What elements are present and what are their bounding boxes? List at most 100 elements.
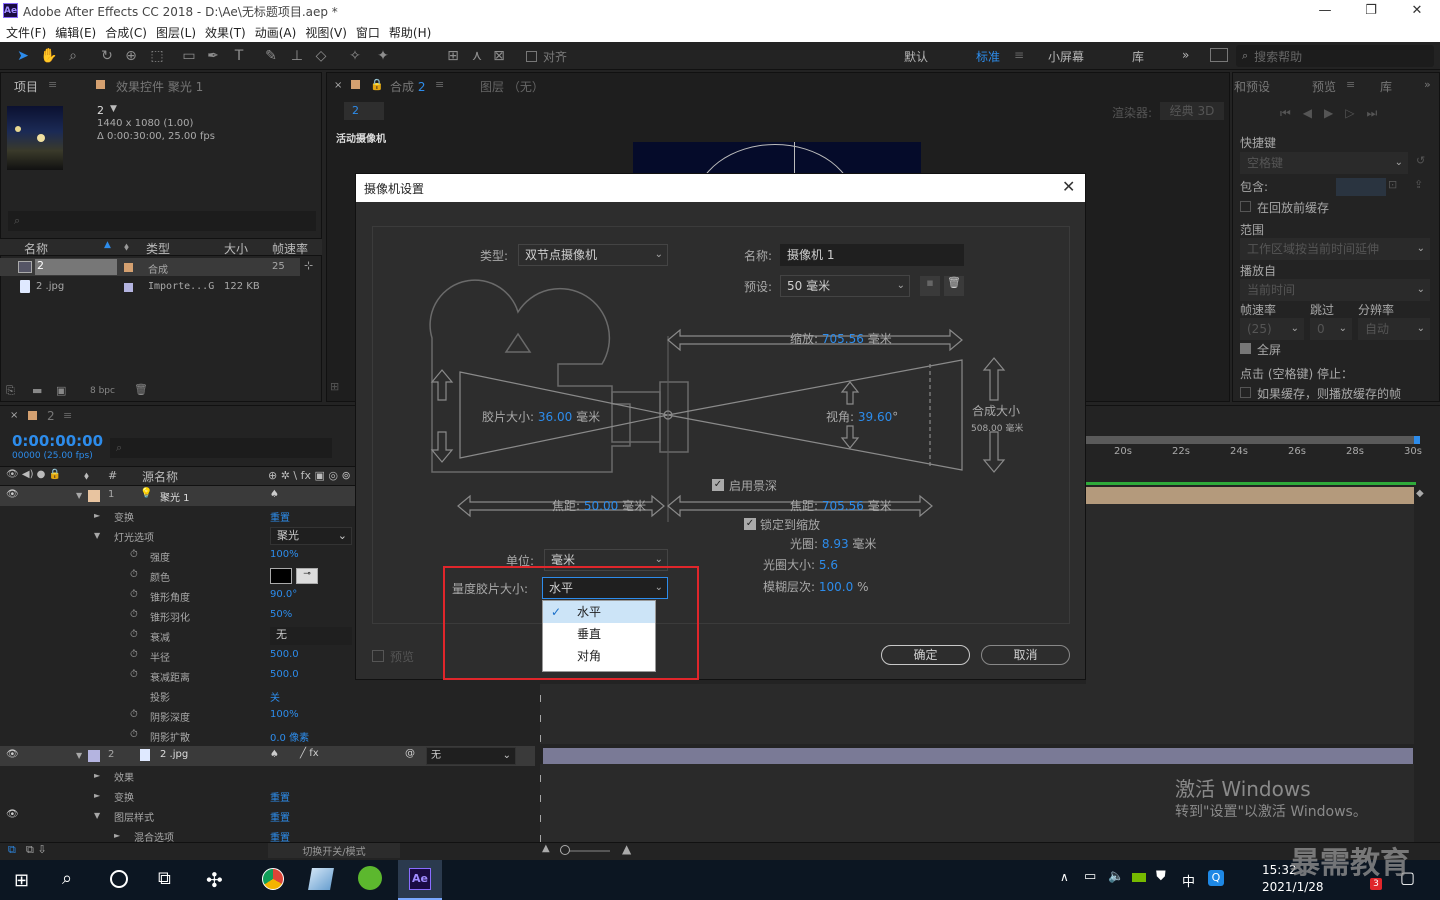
restore-button[interactable]: ❐ [1348,0,1394,22]
cortana-icon[interactable] [110,870,128,888]
property-value[interactable]: 关 [270,689,280,704]
stopwatch-icon[interactable]: ⏱ [130,729,138,740]
rectangle-tool-icon[interactable]: ▭ [180,47,198,65]
item-chevron-icon[interactable]: ▼ [110,104,117,114]
ok-button[interactable]: 确定 [881,645,970,665]
zoom-tool-icon[interactable]: ⌕ [64,47,82,65]
delete-preset-icon[interactable]: 🗑 [944,276,964,296]
preview-menu-icon[interactable]: ≡ [1346,78,1355,91]
task-view-icon[interactable]: ⧉ [158,868,171,889]
bpc-label[interactable]: 8 bpc [90,386,115,396]
property-value[interactable]: 500.0 [270,669,299,680]
eyedropper-icon[interactable]: ⊸ [296,568,318,584]
zoom-out-icon[interactable]: ▲ [542,843,550,854]
workspace-menu-icon[interactable]: ≡ [1014,48,1024,62]
nvidia-icon[interactable] [1132,873,1146,882]
stamp-tool-icon[interactable]: ⊥ [288,47,306,65]
export-icon[interactable]: ⇪ [1414,178,1423,191]
property-row[interactable]: 👁 ▼ 图层样式 重置 [0,806,535,826]
shy-switch-icon[interactable]: ♠ [270,489,279,500]
new-folder-icon[interactable]: ▬ [32,384,42,397]
notepad-app-icon[interactable] [308,868,334,890]
column-name[interactable]: 名称 [24,240,48,257]
column-type[interactable]: 类型 [146,240,170,257]
fullscreen-checkbox[interactable] [1240,343,1251,354]
camera-tool-icon[interactable]: ⊕ [122,47,140,65]
timecode-display[interactable]: 0:00:00:00 [12,432,103,450]
interpret-footage-icon[interactable]: ⎘ [6,384,15,398]
option-diagonal[interactable]: 对角 [543,645,655,667]
workspace-standard[interactable]: 标准 [976,48,1000,65]
play-from-select[interactable]: 当前时间 ⌄ [1240,279,1430,301]
property-value[interactable]: 90.0° [270,589,297,600]
workspace-small-screen[interactable]: 小屏幕 [1048,48,1084,65]
stopwatch-icon[interactable]: ⏱ [130,629,138,640]
parent-select[interactable]: 无 ⌄ [426,747,516,765]
stopwatch-icon[interactable]: ⏱ [130,649,138,660]
timeline-menu-icon[interactable]: ≡ [63,409,72,422]
selection-tool-icon[interactable]: ➤ [14,47,32,65]
stopwatch-icon[interactable]: ⏱ [130,669,138,680]
property-value[interactable]: 0.0 像素 [270,729,309,744]
search-icon[interactable]: ⌕ [62,868,72,889]
windows-start-icon[interactable]: ⊞ [14,870,29,891]
panel-overflow-icon[interactable]: » [1424,78,1431,91]
expand-group-icon[interactable]: ► [94,791,100,800]
playback-controls-icon[interactable]: ⏮◀▶▷⏭ [1280,106,1389,121]
lock-icon[interactable]: 🔒 [370,78,384,91]
include-video-audio-icon[interactable] [1336,178,1386,196]
preset-select[interactable]: 50 毫米 ⌄ [780,275,910,297]
property-value[interactable]: 重置 [270,789,290,804]
property-row[interactable]: ► 效果 [0,766,535,786]
minimize-button[interactable]: — [1302,0,1348,22]
rotate-tool-icon[interactable]: ↻ [98,47,116,65]
option-vertical[interactable]: 垂直 [543,623,655,645]
renderer-value[interactable]: 经典 3D [1160,102,1224,120]
menu-effect[interactable]: 效果(T) [205,24,246,41]
quality-switch-icon[interactable]: ╱ fx [300,748,319,759]
column-fps[interactable]: 帧速率 [272,240,308,257]
type-select[interactable]: 双节点摄像机 ⌄ [518,244,668,266]
watermelon-app-icon[interactable] [358,866,382,890]
resolution-select[interactable]: 自动 ⌄ [1358,318,1430,340]
parent-pick-whip-icon[interactable]: @ [405,748,415,759]
visibility-eye-icon[interactable]: 👁 [6,749,19,760]
expand-group-icon[interactable]: ► [114,831,120,840]
menu-window[interactable]: 窗口 [356,24,380,41]
column-size[interactable]: 大小 [224,240,248,257]
project-search-field[interactable]: ⌕ [8,211,316,231]
comp-flowchart-icon[interactable]: ⧉ [8,843,16,857]
property-value[interactable]: 重置 [270,809,290,824]
property-row[interactable]: ► 变换 重置 [0,786,535,806]
expand-layer-icon[interactable]: ▼ [76,491,82,500]
property-row[interactable]: ⏱ 阴影深度 100% [0,706,535,726]
skip-select[interactable]: 0 ⌄ [1310,318,1352,340]
measure-film-select[interactable]: 水平 ⌄ [542,577,668,599]
pan-behind-tool-icon[interactable]: ⬚ [148,47,166,65]
cache-hint-checkbox[interactable] [1240,387,1251,398]
option-horizontal[interactable]: ✓ 水平 [543,601,655,623]
viewer-toggle-icon[interactable]: ⊞ [330,380,339,393]
toggle-switches-icon[interactable]: ⧉ ⇩ [26,843,47,857]
menu-layer[interactable]: 图层(L) [156,24,196,41]
timeline-tab[interactable]: 2 [47,409,55,423]
layer2-duration-bar[interactable] [543,748,1413,764]
stopwatch-icon[interactable]: ⏱ [130,589,138,600]
tab-layer[interactable]: 图层 （无） [480,78,544,95]
tab-preview[interactable]: 预览 [1312,78,1336,95]
work-area-bar[interactable] [1086,436,1420,444]
color-swatch[interactable] [270,568,292,584]
save-preset-icon[interactable]: ▪ [920,276,940,296]
puppet-tool-icon[interactable]: ✦ [374,47,392,65]
chrome-icon[interactable] [262,868,284,890]
view-axis-icon[interactable]: ⊠ [490,47,508,65]
qq-icon[interactable]: Q [1208,870,1224,886]
search-help-toggle-icon[interactable] [1210,48,1228,62]
name-input[interactable]: 摄像机 1 [780,244,964,266]
menu-help[interactable]: 帮助(H) [389,24,431,41]
hand-tool-icon[interactable]: ✋ [40,47,58,65]
lock-zoom-checkbox[interactable]: ✓ [744,518,756,530]
reset-icon[interactable]: ↺ [1416,154,1425,167]
table-row[interactable]: 👁 ▼ 2 2 .jpg ♠ ╱ fx @ 无 ⌄ [0,746,535,766]
tab-project[interactable]: 项目 [14,78,38,95]
